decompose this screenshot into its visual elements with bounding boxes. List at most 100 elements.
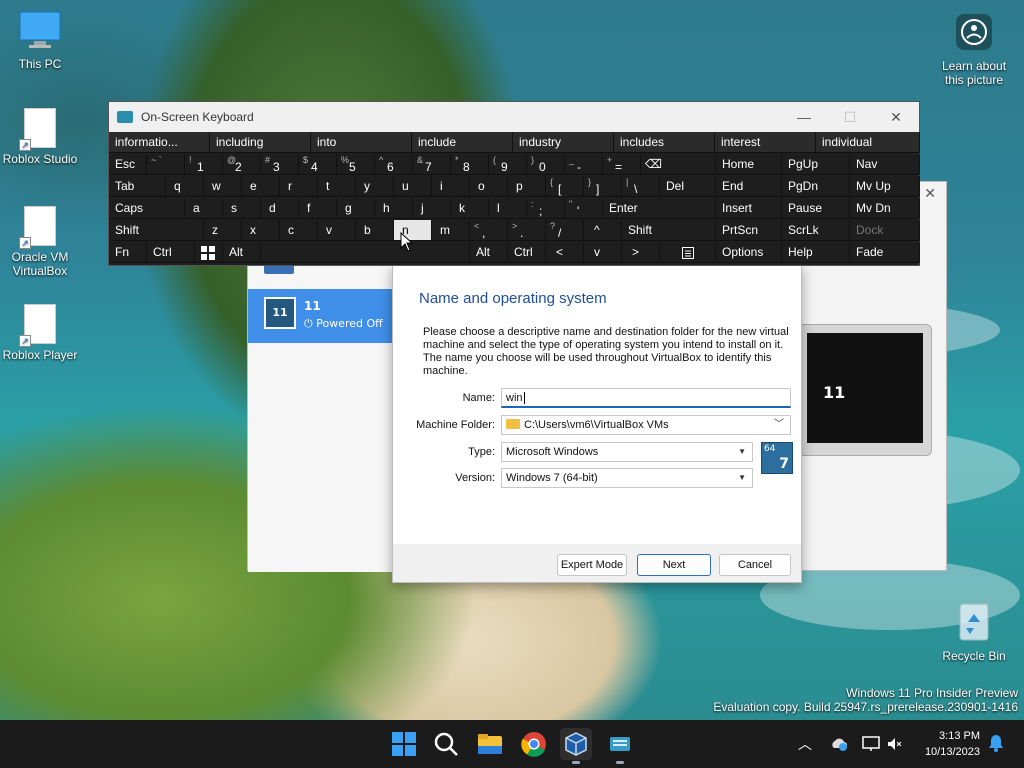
key-dock[interactable]: Dock	[850, 220, 920, 241]
key-pause[interactable]: Pause	[782, 198, 850, 219]
key-insert[interactable]: Insert	[716, 198, 782, 219]
key-equals[interactable]: + =	[603, 154, 641, 175]
network-icon[interactable]	[862, 736, 880, 752]
key-comma[interactable]: <,	[470, 220, 508, 241]
key-backslash[interactable]: | \	[622, 176, 660, 197]
prediction-8[interactable]: individual	[816, 132, 920, 153]
key-z[interactable]: z	[204, 220, 242, 241]
prediction-3[interactable]: into	[311, 132, 412, 153]
desktop-icon-roblox-player[interactable]: ↗ Roblox Player	[0, 304, 80, 362]
taskbar-clock[interactable]: 3:13 PM 10/13/2023	[925, 728, 980, 760]
search-icon[interactable]	[430, 728, 462, 760]
desktop-icon-this-pc[interactable]: This PC	[0, 10, 80, 71]
key-backspace[interactable]: ⌫	[641, 154, 716, 175]
prediction-5[interactable]: industry	[513, 132, 614, 153]
key-caps[interactable]: Caps	[109, 198, 185, 219]
key-space[interactable]	[261, 242, 470, 263]
minimize-button[interactable]: —	[781, 109, 827, 126]
key-1[interactable]: ! 1	[185, 154, 223, 175]
desktop-icon-virtualbox[interactable]: ↗ Oracle VM VirtualBox	[0, 206, 80, 278]
key-end[interactable]: End	[716, 176, 782, 197]
key-d[interactable]: d	[261, 198, 299, 219]
key-k[interactable]: k	[451, 198, 489, 219]
key-p[interactable]: p	[508, 176, 546, 197]
key-period[interactable]: >.	[508, 220, 546, 241]
start-windows-icon[interactable]	[388, 728, 420, 760]
key-2[interactable]: @2	[223, 154, 261, 175]
key-shift-left[interactable]: Shift	[109, 220, 204, 241]
key-left-arrow[interactable]: <	[546, 242, 584, 263]
key-7[interactable]: & 7	[413, 154, 451, 175]
key-pgup[interactable]: PgUp	[782, 154, 850, 175]
key-b[interactable]: b	[356, 220, 394, 241]
key-mv-dn[interactable]: Mv Dn	[850, 198, 920, 219]
key-shift-right[interactable]: Shift	[622, 220, 716, 241]
key-down-arrow[interactable]: v	[584, 242, 622, 263]
chevron-up-icon[interactable]: ︿	[798, 734, 812, 754]
key-l[interactable]: l	[489, 198, 527, 219]
key-semicolon[interactable]: :;	[527, 198, 565, 219]
type-select[interactable]: Microsoft Windows ▼	[501, 442, 753, 462]
version-select[interactable]: Windows 7 (64-bit) ▼	[501, 468, 753, 488]
key-ctrl-right[interactable]: Ctrl	[508, 242, 546, 263]
key-h[interactable]: h	[375, 198, 413, 219]
vm-list-item[interactable]: 11 11 ⏻ Powered Off	[248, 289, 394, 343]
next-button[interactable]: Next	[637, 554, 711, 576]
learn-about-picture[interactable]: Learn about this picture	[934, 12, 1014, 87]
key-e[interactable]: e	[242, 176, 280, 197]
key-9[interactable]: (9	[489, 154, 527, 175]
key-c[interactable]: c	[280, 220, 318, 241]
desktop-icon-recycle-bin[interactable]: Recycle Bin	[934, 598, 1014, 663]
machine-folder-select[interactable]: C:\Users\vm6\VirtualBox VMs ﹀	[501, 415, 791, 435]
key-prtscn[interactable]: PrtScn	[716, 220, 782, 241]
key-ctrl-left[interactable]: Ctrl	[147, 242, 195, 263]
key-up-arrow[interactable]: ^	[584, 220, 622, 241]
key-mv-up[interactable]: Mv Up	[850, 176, 920, 197]
key-u[interactable]: u	[394, 176, 432, 197]
key-m[interactable]: m	[432, 220, 470, 241]
chrome-icon[interactable]	[518, 728, 550, 760]
key-r[interactable]: r	[280, 176, 318, 197]
key-fn[interactable]: Fn	[109, 242, 147, 263]
key-0[interactable]: ) 0	[527, 154, 565, 175]
key-minus[interactable]: _ -	[565, 154, 603, 175]
prediction-4[interactable]: include	[412, 132, 513, 153]
key-scrlk[interactable]: ScrLk	[782, 220, 850, 241]
key-3[interactable]: #3	[261, 154, 299, 175]
prediction-2[interactable]: including	[210, 132, 311, 153]
key-home[interactable]: Home	[716, 154, 782, 175]
key-close-bracket[interactable]: }]	[584, 176, 622, 197]
cancel-button[interactable]: Cancel	[719, 554, 791, 576]
key-right-arrow[interactable]: >	[622, 242, 660, 263]
virtualbox-taskbar-button[interactable]	[560, 728, 592, 764]
key-s[interactable]: s	[223, 198, 261, 219]
key-windows[interactable]	[195, 242, 223, 263]
key-options[interactable]: Options	[716, 242, 782, 263]
key-4[interactable]: $4	[299, 154, 337, 175]
prediction-1[interactable]: informatio...	[109, 132, 210, 153]
key-t[interactable]: t	[318, 176, 356, 197]
key-open-bracket[interactable]: {[	[546, 176, 584, 197]
key-alt-left[interactable]: Alt	[223, 242, 261, 263]
maximize-button[interactable]: ☐	[827, 109, 873, 126]
key-w[interactable]: w	[204, 176, 242, 197]
name-input[interactable]: win	[501, 388, 791, 408]
key-alt-right[interactable]: Alt	[470, 242, 508, 263]
key-fade[interactable]: Fade	[850, 242, 920, 263]
close-button[interactable]: ✕	[873, 109, 919, 126]
key-slash[interactable]: ? /	[546, 220, 584, 241]
prediction-7[interactable]: interest	[715, 132, 816, 153]
key-g[interactable]: g	[337, 198, 375, 219]
key-pgdn[interactable]: PgDn	[782, 176, 850, 197]
key-a[interactable]: a	[185, 198, 223, 219]
expert-mode-button[interactable]: Expert Mode	[557, 554, 627, 576]
close-icon[interactable]: ✕	[924, 186, 936, 202]
key-tab[interactable]: Tab	[109, 176, 166, 197]
key-5[interactable]: % 5	[337, 154, 375, 175]
key-help[interactable]: Help	[782, 242, 850, 263]
key-v[interactable]: v	[318, 220, 356, 241]
key-f[interactable]: f	[299, 198, 337, 219]
desktop-icon-roblox-studio[interactable]: ↗ Roblox Studio	[0, 108, 80, 166]
key-x[interactable]: x	[242, 220, 280, 241]
notification-bell-icon[interactable]	[988, 734, 1004, 752]
